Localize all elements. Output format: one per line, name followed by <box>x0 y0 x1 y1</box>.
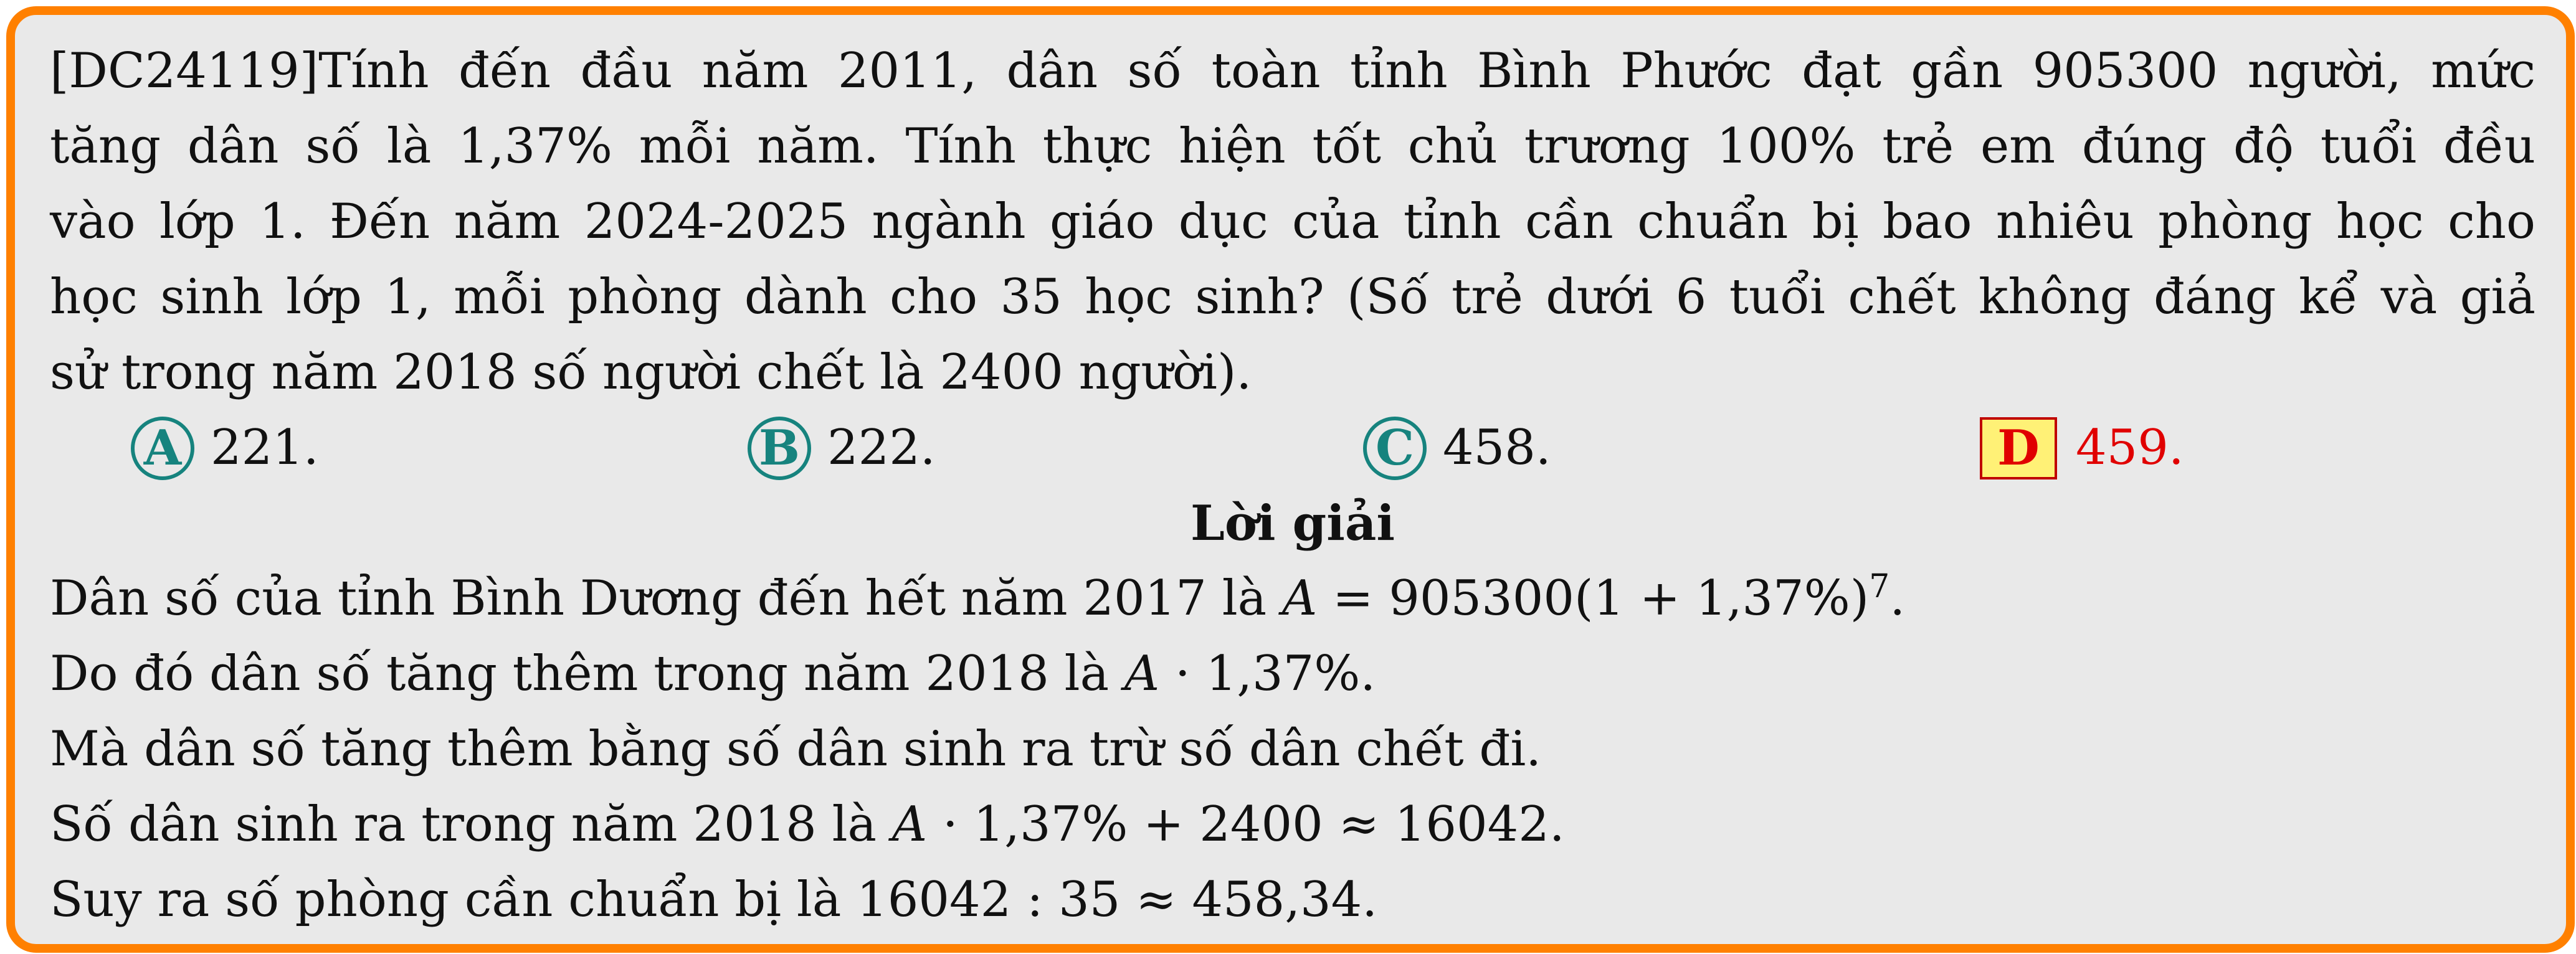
answer-choices: A 221. B 222. C 458. D 459. <box>50 410 2536 486</box>
solution-text: · 1,37% + 2400 ≈ 16042. <box>927 796 1565 852</box>
choice-a-value: 221. <box>211 420 319 476</box>
solution-line-2: Do đó dân số tăng thêm trong năm 2018 là… <box>50 636 2536 712</box>
choice-c-value: 458. <box>1443 420 1551 476</box>
solution-line-4: Số dân sinh ra trong năm 2018 là A · 1,3… <box>50 787 2536 862</box>
choice-c: C 458. <box>1363 410 1551 486</box>
solution-text: Dân số của tỉnh Bình Dương đến hết năm 2… <box>50 570 1282 626</box>
question-line: học sinh lớp 1, mỗi phòng dành cho 35 họ… <box>50 269 2536 325</box>
solution-body: Dân số của tỉnh Bình Dương đến hết năm 2… <box>50 561 2536 938</box>
problem-card: [DC24119]Tính đến đầu năm 2011, dân số t… <box>6 6 2575 953</box>
choice-b-value: 222. <box>827 420 936 476</box>
question-line: [DC24119]Tính đến đầu năm 2011, dân số t… <box>50 43 2536 99</box>
question-line: vào lớp 1. Đến năm 2024-2025 ngành giáo … <box>50 194 2536 250</box>
question-text: [DC24119]Tính đến đầu năm 2011, dân số t… <box>50 34 2536 410</box>
math-variable: A <box>1281 570 1318 626</box>
problem-content: [DC24119]Tính đến đầu năm 2011, dân số t… <box>50 34 2536 938</box>
solution-text: Số dân sinh ra trong năm 2018 là <box>50 796 892 852</box>
question-line: tăng dân số là 1,37% mỗi năm. Tính thực … <box>50 118 2536 174</box>
choice-b-letter: B <box>748 416 811 480</box>
choice-b: B 222. <box>748 410 936 486</box>
math-variable: A <box>1124 646 1160 702</box>
solution-text: . <box>1889 570 1906 626</box>
math-variable: A <box>891 796 928 852</box>
choice-d-correct: D 459. <box>1980 410 2184 486</box>
solution-line-3: Mà dân số tăng thêm bằng số dân sinh ra … <box>50 721 1542 777</box>
choice-c-letter: C <box>1363 416 1427 480</box>
solution-text: = 905300(1 + 1,37%) <box>1317 570 1870 626</box>
choice-d-value: 459. <box>2076 420 2184 476</box>
choice-a-letter: A <box>131 416 194 480</box>
solution-title: Lời giải <box>1191 495 1395 552</box>
question-line: sử trong năm 2018 số người chết là 2400 … <box>50 344 1252 400</box>
choice-a: A 221. <box>131 410 319 486</box>
solution-text: Do đó dân số tăng thêm trong năm 2018 là <box>50 646 1124 702</box>
solution-line-1: Dân số của tỉnh Bình Dương đến hết năm 2… <box>50 561 2536 636</box>
solution-text: · 1,37%. <box>1159 646 1376 702</box>
choice-d-letter: D <box>1980 417 2057 479</box>
exponent: 7 <box>1869 568 1890 605</box>
solution-line-5: Suy ra số phòng cần chuẩn bị là 16042 : … <box>50 872 1378 928</box>
